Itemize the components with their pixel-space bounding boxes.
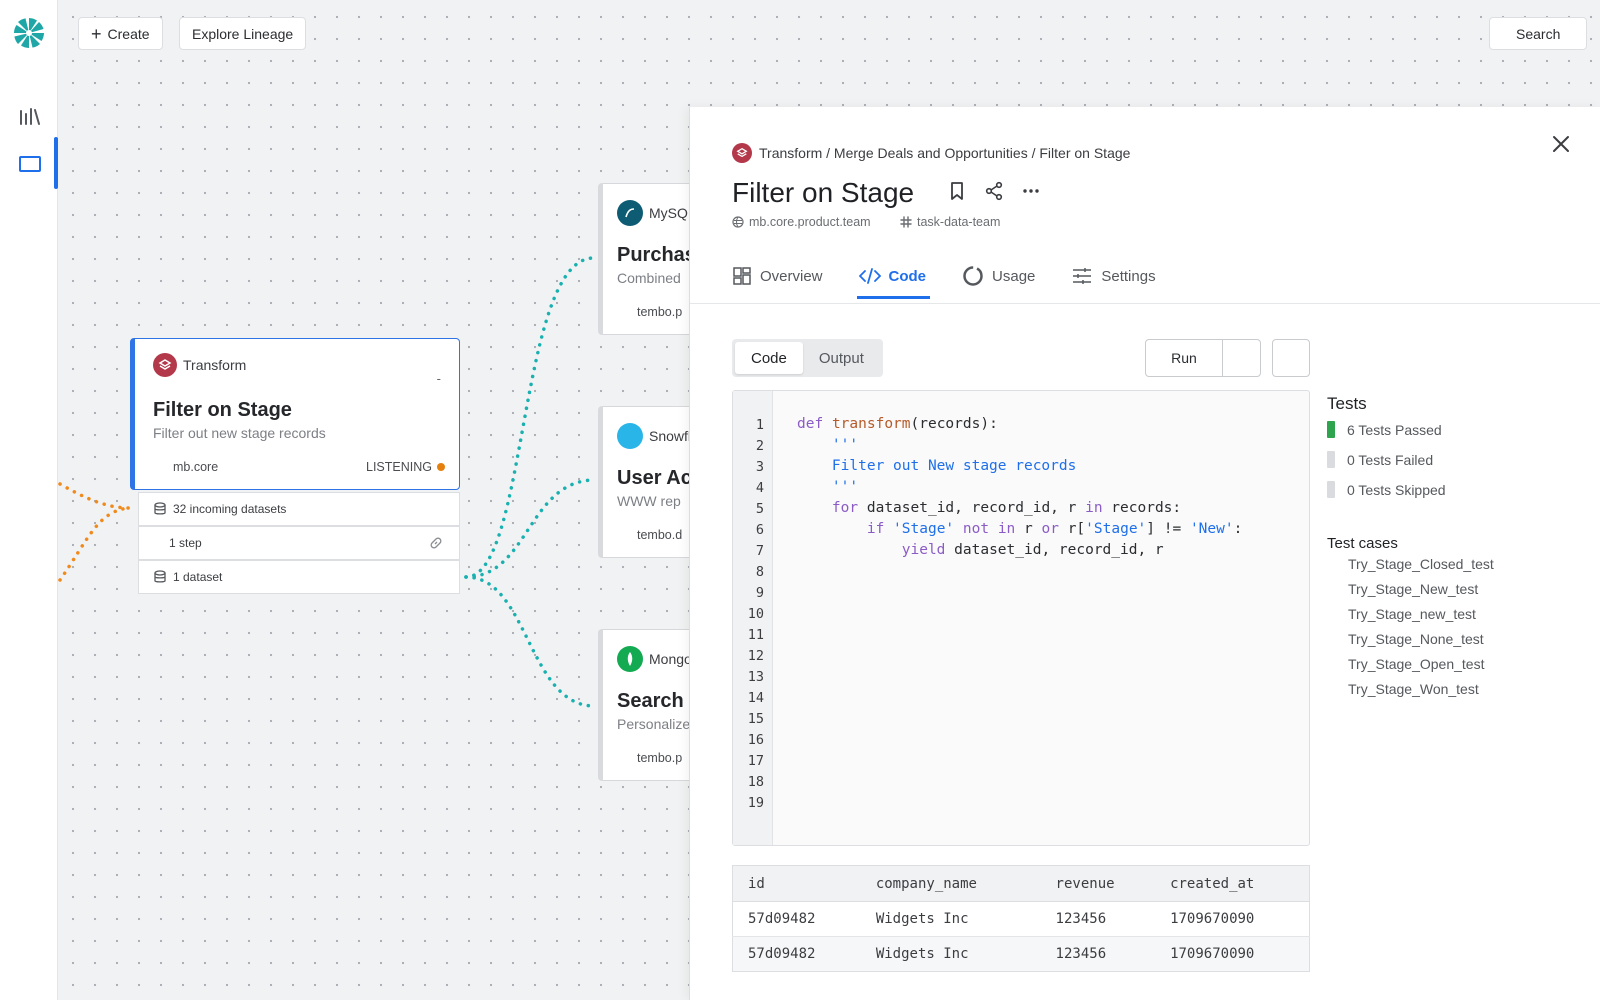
tests-passed: 6 Tests Passed: [1327, 421, 1442, 438]
owner-meta: mb.core.product.team: [732, 215, 871, 229]
run-options-button[interactable]: [1223, 340, 1260, 376]
page-title: Filter on Stage: [732, 177, 915, 208]
database-icon: [154, 502, 166, 515]
table-row[interactable]: 57d09482 Widgets Inc 123456 1709670090: [732, 936, 1310, 972]
test-case-item[interactable]: Try_Stage_New_test: [1348, 581, 1478, 597]
run-button[interactable]: Run: [1146, 340, 1223, 376]
transform-icon: [732, 143, 752, 163]
snowflake-icon: [617, 423, 643, 449]
transform-icon: [153, 353, 177, 377]
test-case-item[interactable]: Try_Stage_None_test: [1348, 631, 1484, 647]
sliders-icon: [1073, 268, 1092, 284]
table-cell: 123456: [1040, 936, 1156, 972]
usage-icon: [963, 266, 983, 286]
line-gutter: 1 2 3 4 5 6 7 8 9 10 11 12 13 14 15 16 1…: [733, 391, 773, 845]
table-cell: 123456: [1040, 901, 1156, 937]
close-icon[interactable]: [1550, 133, 1572, 155]
run-button-group: Run: [1145, 339, 1261, 377]
share-icon[interactable]: [984, 181, 1004, 201]
code-editor[interactable]: 1 2 3 4 5 6 7 8 9 10 11 12 13 14 15 16 1…: [732, 390, 1310, 846]
snowflake-node[interactable]: Snowflake User Ac WWW rep tembo.d: [598, 406, 698, 558]
tab-divider: [690, 303, 1600, 304]
test-case-item[interactable]: Try_Stage_Open_test: [1348, 656, 1484, 672]
app-logo-icon[interactable]: [13, 17, 45, 49]
node-owner: mb.core: [173, 460, 219, 474]
code-line: Filter out New stage records: [797, 458, 1077, 474]
failed-indicator: [1327, 451, 1335, 468]
status-badge: LISTENING: [366, 460, 445, 474]
mongo-node[interactable]: Mongo Search Personalize tembo.p: [598, 629, 698, 781]
code-line: def transform(records):: [797, 416, 998, 432]
mysql-icon: [617, 200, 643, 226]
tab-settings[interactable]: Settings: [1071, 255, 1156, 297]
column-header[interactable]: id: [732, 865, 861, 902]
test-case-item[interactable]: Try_Stage_Closed_test: [1348, 556, 1494, 572]
code-line: ''': [797, 479, 859, 495]
tab-code[interactable]: Code: [856, 255, 930, 299]
table-cell: 57d09482: [732, 901, 861, 937]
table-cell: 1709670090: [1155, 901, 1310, 937]
test-case-item[interactable]: Try_Stage_Won_test: [1348, 681, 1479, 697]
code-line: yield dataset_id, record_id, r: [901, 542, 1164, 558]
code-icon: [858, 268, 881, 284]
overview-icon: [733, 267, 751, 285]
table-cell: Widgets Inc: [860, 901, 1041, 937]
editor-action-button[interactable]: [1272, 339, 1310, 377]
passed-indicator: [1327, 421, 1335, 438]
bookmark-icon[interactable]: [948, 181, 966, 201]
tab-overview[interactable]: Overview: [732, 255, 823, 297]
left-rail: [0, 0, 58, 1000]
test-case-item[interactable]: Try_Stage_new_test: [1348, 606, 1476, 622]
breadcrumb: Transform / Merge Deals and Opportunitie…: [732, 143, 1130, 163]
output-table: id company_name revenue created_at 57d09…: [732, 865, 1310, 972]
canvas-icon[interactable]: [17, 151, 43, 177]
table-cell: 57d09482: [732, 936, 861, 972]
mongo-icon: [617, 646, 643, 672]
table-cell: Widgets Inc: [860, 936, 1041, 972]
tab-usage[interactable]: Usage: [962, 255, 1035, 297]
incoming-datasets-row[interactable]: 32 incoming datasets: [138, 492, 460, 526]
table-cell: 1709670090: [1155, 936, 1310, 972]
node-type-label: Transform: [183, 357, 247, 373]
segment-output[interactable]: Output: [803, 342, 880, 374]
status-dot: [437, 463, 445, 471]
tests-failed: 0 Tests Failed: [1327, 451, 1433, 468]
code-line: if 'Stage' not in r or r['Stage'] != 'Ne…: [866, 521, 1243, 537]
table-row[interactable]: 57d09482 Widgets Inc 123456 1709670090: [732, 901, 1310, 937]
steps-row[interactable]: 1 step: [138, 526, 460, 560]
node-title: Filter on Stage: [153, 399, 292, 421]
code-output-toggle: Code Output: [732, 339, 883, 377]
segment-code[interactable]: Code: [735, 342, 803, 374]
channel-meta: task-data-team: [900, 215, 1000, 229]
collapse-icon[interactable]: -: [437, 371, 441, 386]
node-subtitle: Filter out new stage records: [153, 425, 326, 441]
column-header[interactable]: revenue: [1040, 865, 1156, 902]
transform-node[interactable]: Transform - Filter on Stage Filter out n…: [130, 338, 460, 490]
code-line: ''': [797, 437, 859, 453]
library-icon[interactable]: [17, 103, 43, 129]
link-icon[interactable]: [429, 536, 443, 550]
database-icon: [154, 570, 166, 583]
skipped-indicator: [1327, 481, 1335, 498]
detail-panel: Transform / Merge Deals and Opportunitie…: [689, 107, 1600, 1000]
column-header[interactable]: created_at: [1155, 865, 1310, 902]
tab-bar: Overview Code Usage Settings: [732, 255, 1156, 299]
output-datasets-row[interactable]: 1 dataset: [138, 560, 460, 594]
table-header-row: id company_name revenue created_at: [732, 865, 1310, 902]
tests-skipped: 0 Tests Skipped: [1327, 481, 1446, 498]
globe-icon: [732, 216, 744, 228]
tests-heading: Tests: [1327, 394, 1367, 413]
test-cases-heading: Test cases: [1327, 535, 1398, 552]
slack-icon: [900, 216, 912, 228]
code-line: for dataset_id, record_id, r in records:: [831, 500, 1182, 516]
mysql-node[interactable]: MySQL Purchases Combined tembo.p: [598, 183, 698, 335]
column-header[interactable]: company_name: [860, 865, 1041, 902]
more-icon[interactable]: [1022, 181, 1040, 201]
